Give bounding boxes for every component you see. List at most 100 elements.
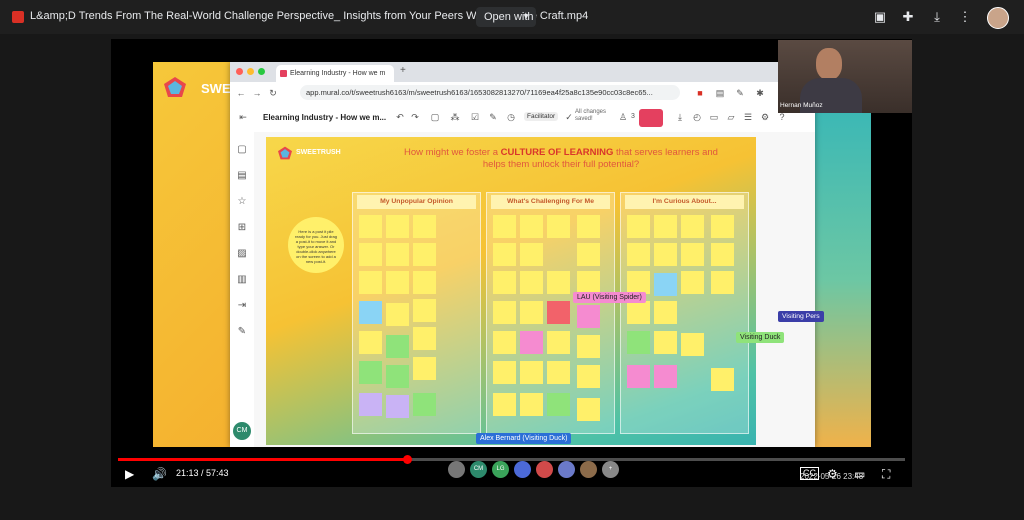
sticky-note[interactable] [577,365,600,388]
add-to-drive-icon[interactable]: ▣ [872,9,888,25]
minimize-window-icon[interactable] [247,68,254,75]
sticky-note[interactable] [711,368,734,391]
sticky-note[interactable] [681,333,704,356]
sticky-note[interactable] [577,398,600,421]
fullscreen-icon[interactable]: ⛶ [882,467,890,481]
sticky-note[interactable] [547,331,570,354]
sticky-note[interactable] [493,361,516,384]
sticky-note[interactable] [413,271,436,294]
sticky-note[interactable] [711,243,734,266]
undo-icon[interactable]: ↶ [395,112,405,122]
sticky-note[interactable] [711,271,734,294]
help-icon[interactable]: ? [777,112,787,122]
sticky-note[interactable] [627,301,650,324]
sticky-note[interactable] [493,331,516,354]
sticky-note[interactable] [681,271,704,294]
sticky-note[interactable] [577,243,600,266]
reload-icon[interactable]: ↻ [268,88,278,98]
scrubber-handle[interactable] [403,455,413,464]
exit-icon[interactable]: ⇤ [238,112,248,122]
sticky-note[interactable] [654,273,677,296]
sticky-note[interactable] [386,303,409,326]
account-avatar[interactable] [987,7,1009,29]
sticky-note[interactable] [681,215,704,238]
sticky-note[interactable] [413,327,436,350]
pen-icon[interactable]: ✎ [236,326,248,338]
sticky-note[interactable] [413,299,436,322]
sticky-note[interactable] [577,335,600,358]
download-icon[interactable]: ⤓ [929,9,945,25]
sticky-note[interactable] [520,331,543,354]
share-button[interactable] [639,109,663,127]
sticky-note[interactable] [386,271,409,294]
sticky-note[interactable] [654,331,677,354]
sticky-note[interactable] [577,271,600,294]
back-icon[interactable]: ← [236,88,246,98]
sticky-note[interactable] [413,243,436,266]
download-icon[interactable]: ⤓ [675,112,685,122]
timer-icon[interactable]: ◷ [506,112,516,122]
extension-icon[interactable]: ■ [695,88,705,98]
sticky-note[interactable] [359,393,382,416]
sticky-note[interactable] [654,215,677,238]
column-unpopular-opinion[interactable]: My Unpopular Opinion [352,192,481,434]
mural-canvas[interactable]: SWEETRUSH How might we foster a CULTURE … [254,132,815,447]
sticky-note[interactable] [386,335,409,358]
upload-icon[interactable]: ⇥ [236,300,248,312]
sticky-note[interactable] [520,361,543,384]
instruction-note[interactable]: Here is a post it pile ready for you. Ju… [288,217,344,273]
sticky-note[interactable] [493,271,516,294]
sticky-note[interactable] [547,215,570,238]
sticky-note[interactable] [413,357,436,380]
settings-icon[interactable]: ⚙ [760,112,770,122]
column-curious-about[interactable]: I'm Curious About... [620,192,749,434]
redo-icon[interactable]: ↷ [410,112,420,122]
url-field[interactable]: app.mural.co/t/sweetrush6163/m/sweetrush… [300,85,680,100]
frameworks-icon[interactable]: ⊞ [236,222,248,234]
facilitator-badge[interactable]: Facilitator [524,112,559,121]
voting-icon[interactable]: ☑ [470,112,480,122]
new-tab-icon[interactable]: + [400,65,406,76]
sticky-note[interactable] [547,301,570,324]
maximize-window-icon[interactable] [258,68,265,75]
sticky-note[interactable] [413,393,436,416]
extension-icon[interactable]: ▤ [715,88,725,98]
column-whats-challenging[interactable]: What's Challenging For Me [486,192,615,434]
sticky-note[interactable] [493,393,516,416]
close-window-icon[interactable] [236,68,243,75]
sticky-note[interactable] [627,365,650,388]
sticky-note[interactable] [493,215,516,238]
sticky-note[interactable] [359,243,382,266]
comment-icon[interactable]: ▭ [709,112,719,122]
outline-icon[interactable]: ▢ [430,112,440,122]
play-icon[interactable]: ▶ [125,467,134,481]
sticky-note[interactable] [386,243,409,266]
user-avatar[interactable]: CM [233,422,251,440]
sticky-note[interactable] [654,301,677,324]
sticky-note[interactable] [359,301,382,324]
image-icon[interactable]: ▨ [236,248,248,260]
tab-mural[interactable]: Elearning Industry - How we m [276,65,394,82]
sticky-note[interactable] [627,271,650,294]
sticky-note-icon[interactable]: ▢ [236,144,248,156]
sticky-note[interactable] [386,215,409,238]
comment-icon[interactable]: ✚ [900,9,916,25]
text-icon[interactable]: ▤ [236,170,248,182]
sticky-note[interactable] [627,243,650,266]
sticky-note[interactable] [711,215,734,238]
sticky-note[interactable] [386,395,409,418]
sticky-note[interactable] [577,215,600,238]
sticky-note[interactable] [493,301,516,324]
sticky-note[interactable] [386,365,409,388]
extension-icon[interactable]: ✎ [735,88,745,98]
activity-icon[interactable]: ◴ [692,112,702,122]
sticky-note[interactable] [359,215,382,238]
sticky-note[interactable] [654,243,677,266]
progress-bar[interactable] [118,455,905,464]
sticky-note[interactable] [359,271,382,294]
sticky-note[interactable] [520,301,543,324]
sticky-note[interactable] [359,331,382,354]
sticky-note[interactable] [520,393,543,416]
forward-icon[interactable]: → [252,88,262,98]
chat-icon[interactable]: ▱ [726,112,736,122]
